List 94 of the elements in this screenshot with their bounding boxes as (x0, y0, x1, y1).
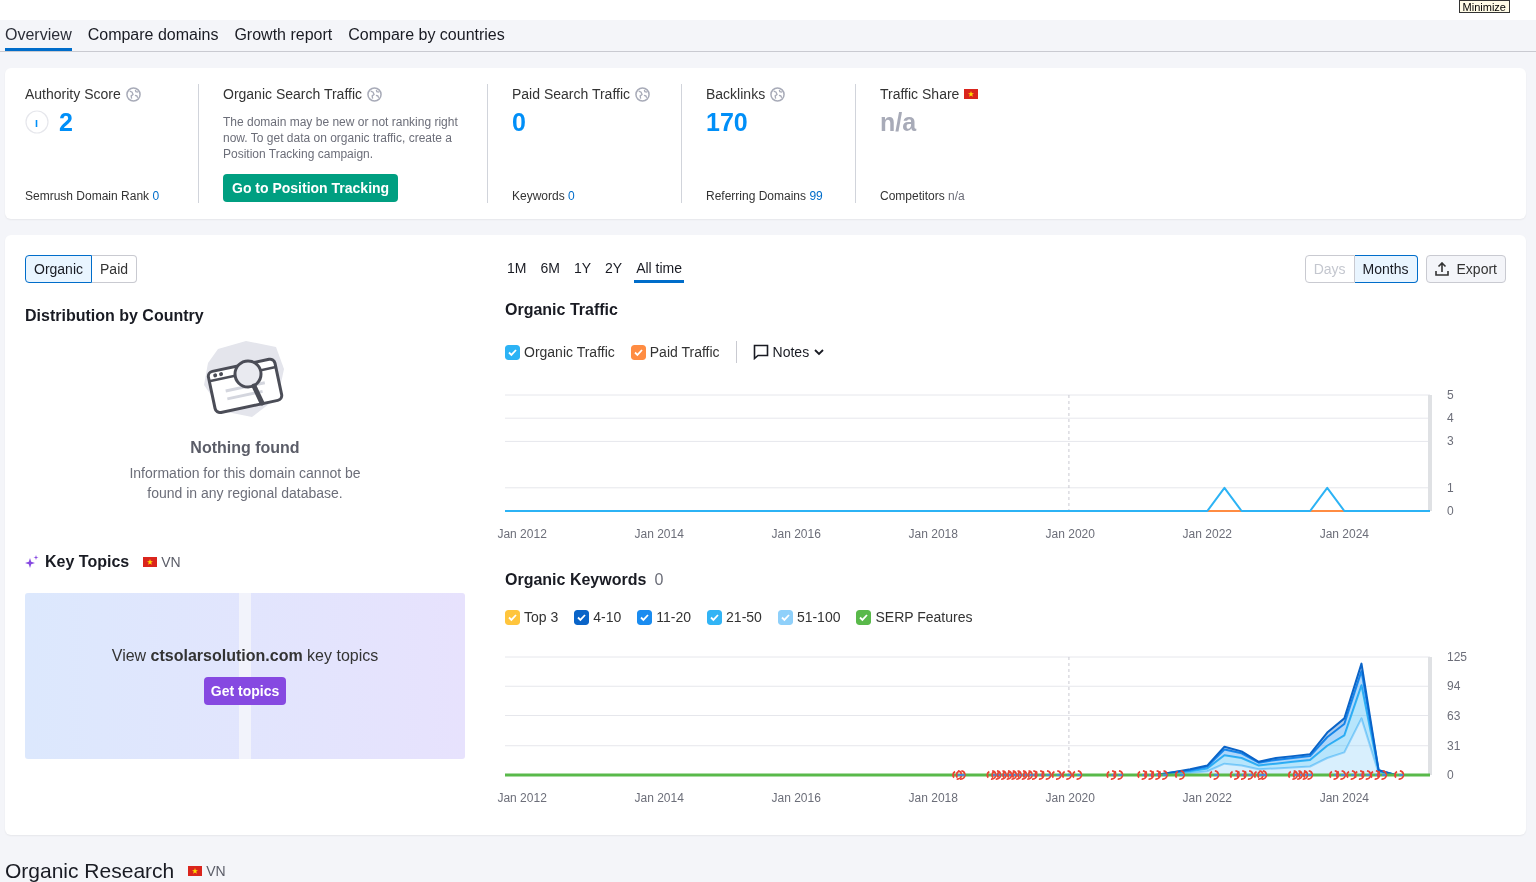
nav-tab[interactable]: Compare by countries (348, 20, 505, 51)
metric-title: Traffic Share (880, 86, 960, 102)
metric-title: Backlinks (706, 86, 766, 102)
checkbox[interactable] (777, 609, 793, 625)
authority-gauge-icon (25, 110, 49, 134)
metric-footer-label: Semrush Domain Rank (25, 189, 150, 203)
comment-icon (752, 344, 769, 360)
period-tab[interactable]: All time (634, 255, 685, 283)
sparkle-icon (25, 555, 39, 569)
axis-label: 0 (1447, 768, 1454, 782)
legend-label: 51-100 (796, 609, 841, 625)
section-heading: Organic Research (5, 859, 175, 882)
country-code: VN (206, 863, 226, 879)
metric-title: Paid Search Traffic (512, 86, 631, 102)
axis-label: 63 (1447, 708, 1461, 723)
period-tab[interactable]: 1M (505, 255, 529, 283)
axis-label: 31 (1447, 738, 1461, 753)
period-tab[interactable]: 6M (538, 255, 562, 283)
checkbox[interactable] (707, 609, 723, 625)
metric-title: Authority Score (25, 86, 121, 102)
nav-tab[interactable]: Growth report (234, 20, 333, 51)
metric-footer-value[interactable]: 99 (809, 189, 823, 203)
globe-icon (367, 86, 383, 102)
chart-title: Organic Keywords (505, 571, 647, 589)
metric-footer-value[interactable]: 0 (152, 189, 160, 203)
period-tab[interactable]: 1Y (571, 255, 594, 283)
upload-icon (1434, 262, 1449, 276)
notes-button[interactable]: Notes (752, 344, 826, 360)
checkbox[interactable] (630, 344, 646, 360)
axis-label: 125 (1447, 650, 1468, 664)
checkbox[interactable] (505, 344, 520, 360)
granularity-button[interactable]: Months (1354, 255, 1418, 283)
axis-label: Jan 2020 (1045, 527, 1095, 541)
metric-title: Organic Search Traffic (223, 86, 363, 102)
keyword-count: 0 (654, 571, 664, 589)
axis-label: Jan 2022 (1182, 791, 1232, 805)
axis-label: Jan 2012 (497, 791, 547, 805)
empty-state-title: Nothing found (190, 439, 300, 457)
axis-label: 3 (1447, 434, 1454, 449)
metric-value: n/a (880, 107, 917, 137)
axis-label: 5 (1447, 388, 1454, 402)
axis-label: Jan 2014 (634, 527, 684, 541)
legend-label: 21-50 (726, 609, 762, 625)
axis-label: 94 (1447, 679, 1461, 694)
segment-button[interactable]: Organic (25, 255, 93, 283)
nav-tab[interactable]: Overview (5, 20, 72, 51)
section-title: Distribution by Country (25, 307, 205, 325)
nav-tab[interactable]: Compare domains (87, 20, 219, 51)
minimize-button[interactable]: Minimize (1458, 0, 1510, 13)
legend-label: Top 3 (524, 609, 559, 625)
axis-label: 4 (1447, 411, 1454, 426)
axis-label: 0 (1447, 504, 1454, 518)
globe-icon (125, 86, 141, 102)
checkbox[interactable] (574, 609, 590, 625)
export-button[interactable]: Export (1425, 255, 1506, 283)
axis-label: Jan 2016 (771, 527, 821, 541)
legend-label: 11-20 (656, 609, 692, 625)
metric-description: The domain may be new or not ranking right now. To get data on organic traffic, create a Position Tracking campaign. (223, 114, 459, 162)
metric-footer-value: n/a (948, 189, 965, 203)
flag-icon (964, 89, 979, 99)
axis-label: Jan 2022 (1182, 527, 1232, 541)
axis-label: Jan 2016 (771, 791, 821, 805)
globe-icon (635, 86, 651, 102)
flag-icon (143, 557, 158, 567)
metric-footer-label: Keywords (512, 189, 565, 203)
axis-label: Jan 2024 (1319, 527, 1370, 541)
axis-label: Jan 2024 (1319, 791, 1370, 805)
section-title: Key Topics (45, 553, 130, 571)
metric-footer-label: Referring Domains (706, 189, 807, 203)
metric-footer-label: Competitors (880, 189, 945, 203)
axis-label: Jan 2012 (497, 527, 547, 541)
axis-label: 1 (1447, 480, 1454, 495)
empty-state-text: Information for this domain cannot be found in any regional database. (128, 464, 362, 503)
segment-button[interactable]: Paid (92, 255, 138, 283)
country-code: VN (161, 554, 181, 570)
axis-label: Jan 2014 (634, 791, 684, 805)
metric-footer-value[interactable]: 0 (568, 189, 575, 203)
chart-title: Organic Traffic (505, 301, 619, 319)
axis-label: Jan 2020 (1045, 791, 1095, 805)
axis-label: Jan 2018 (908, 527, 958, 541)
globe-icon (770, 86, 786, 102)
axis-label: Jan 2018 (908, 791, 958, 805)
legend-label: 4-10 (593, 609, 622, 625)
legend-label: SERP Features (875, 609, 973, 625)
get-topics-button[interactable]: Get topics (203, 677, 287, 705)
checkbox[interactable] (637, 609, 653, 625)
legend-label: Paid Traffic (649, 344, 720, 360)
checkbox[interactable] (856, 609, 872, 625)
chevron-down-icon (813, 346, 826, 358)
flag-icon (188, 866, 203, 876)
topics-prompt: View ctsolarsolution.com key topics (111, 647, 379, 665)
legend-label: Organic Traffic (524, 344, 615, 360)
period-tab[interactable]: 2Y (603, 255, 625, 283)
checkbox[interactable] (505, 609, 520, 625)
